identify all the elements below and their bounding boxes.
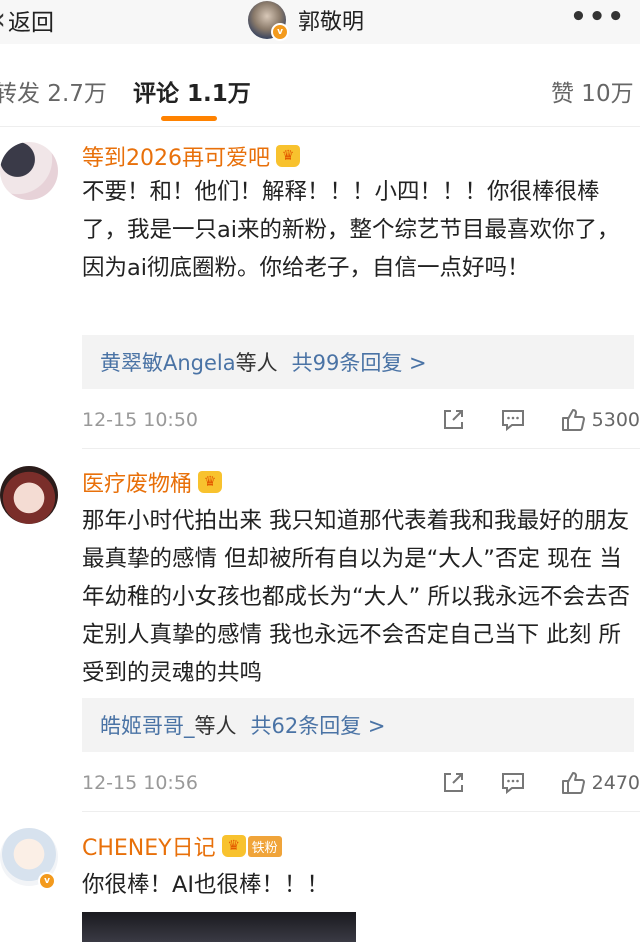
comment-text: 不要！和！他们！解释！！！小四！！！你很棒很棒了，我是一只ai来的新粉，整个综艺… <box>82 179 620 281</box>
back-label: 返回 <box>8 10 54 36</box>
comment-actions: 5300 <box>440 407 640 433</box>
avatar: v <box>248 1 289 41</box>
reply-count: 共99条回复 > <box>291 351 427 375</box>
divider <box>0 126 640 127</box>
reply-suffix: 等人 <box>235 351 278 375</box>
comment-user-row: CHENEY日记 ♛ 铁粉 <box>82 830 282 862</box>
comment-user-row: 医疗废物桶 ♛ <box>82 466 223 498</box>
comment-icon[interactable] <box>500 407 526 433</box>
comment-time: 12-15 10:50 <box>82 409 199 431</box>
page-title[interactable]: v 郭敬明 <box>248 0 365 41</box>
comment-icon[interactable] <box>500 770 526 796</box>
comment-user-row: 等到2026再可爱吧 ♛ <box>82 140 300 172</box>
tab-repost[interactable]: 转发 2.7万 <box>0 74 107 108</box>
tab-comment[interactable]: 评论 1.1万 <box>133 74 251 108</box>
reply-count: 共62条回复 > <box>250 714 386 738</box>
reply-users: 皓姬哥哥_ <box>100 714 195 738</box>
comment-time: 12-15 10:56 <box>82 772 199 794</box>
fan-badge: 铁粉 <box>247 835 282 857</box>
crown-icon: ♛ <box>221 835 246 857</box>
comment-meta: 12-15 10:56 2470 <box>82 768 640 798</box>
verified-icon: v <box>38 872 56 890</box>
verified-icon: v <box>271 23 289 41</box>
comment-user-name[interactable]: 医疗废物桶 <box>82 466 192 498</box>
tab-like[interactable]: 赞 10万 <box>551 74 634 108</box>
page-title-name: 郭敬明 <box>298 10 365 35</box>
back-chevron-icon: ‹ <box>0 5 6 35</box>
crown-icon: ♛ <box>276 145 300 167</box>
divider <box>82 448 640 449</box>
avatar[interactable] <box>0 466 58 524</box>
share-icon[interactable] <box>440 407 466 433</box>
more-icon[interactable]: ••• <box>570 4 626 30</box>
comment-user-name[interactable]: 等到2026再可爱吧 <box>82 140 270 172</box>
avatar[interactable] <box>0 142 58 200</box>
comment-text: 你很棒！AI也很棒！！！ <box>82 872 330 898</box>
reply-suffix: 等人 <box>194 714 237 738</box>
top-bar: ‹ 返回 v 郭敬明 ••• <box>0 0 640 44</box>
comment-text: 那年小时代拍出来 我只知道那代表着我和我最好的朋友最真挚的感情 但却被所有自以为… <box>82 508 630 686</box>
crown-icon: ♛ <box>198 471 223 493</box>
comment-meta: 12-15 10:50 5300 <box>82 405 640 435</box>
like-icon[interactable] <box>560 407 586 433</box>
comment-actions: 2470 <box>440 770 640 796</box>
back-button[interactable]: ‹ 返回 <box>0 3 54 37</box>
comment-user-name[interactable]: CHENEY日记 <box>82 830 216 862</box>
tab-active-indicator <box>161 116 217 121</box>
share-icon[interactable] <box>440 770 466 796</box>
tab-bar: 转发 2.7万 评论 1.1万 赞 10万 <box>0 60 640 124</box>
like-icon[interactable] <box>560 770 586 796</box>
reply-users: 黄翠敏Angela <box>100 351 236 375</box>
replies-button[interactable]: 皓姬哥哥_ 等人 共62条回复 > <box>82 698 634 752</box>
like-count: 2470 <box>591 772 640 794</box>
divider <box>82 811 640 812</box>
replies-button[interactable]: 黄翠敏Angela 等人 共99条回复 > <box>82 335 634 389</box>
like-count: 5300 <box>591 409 640 431</box>
